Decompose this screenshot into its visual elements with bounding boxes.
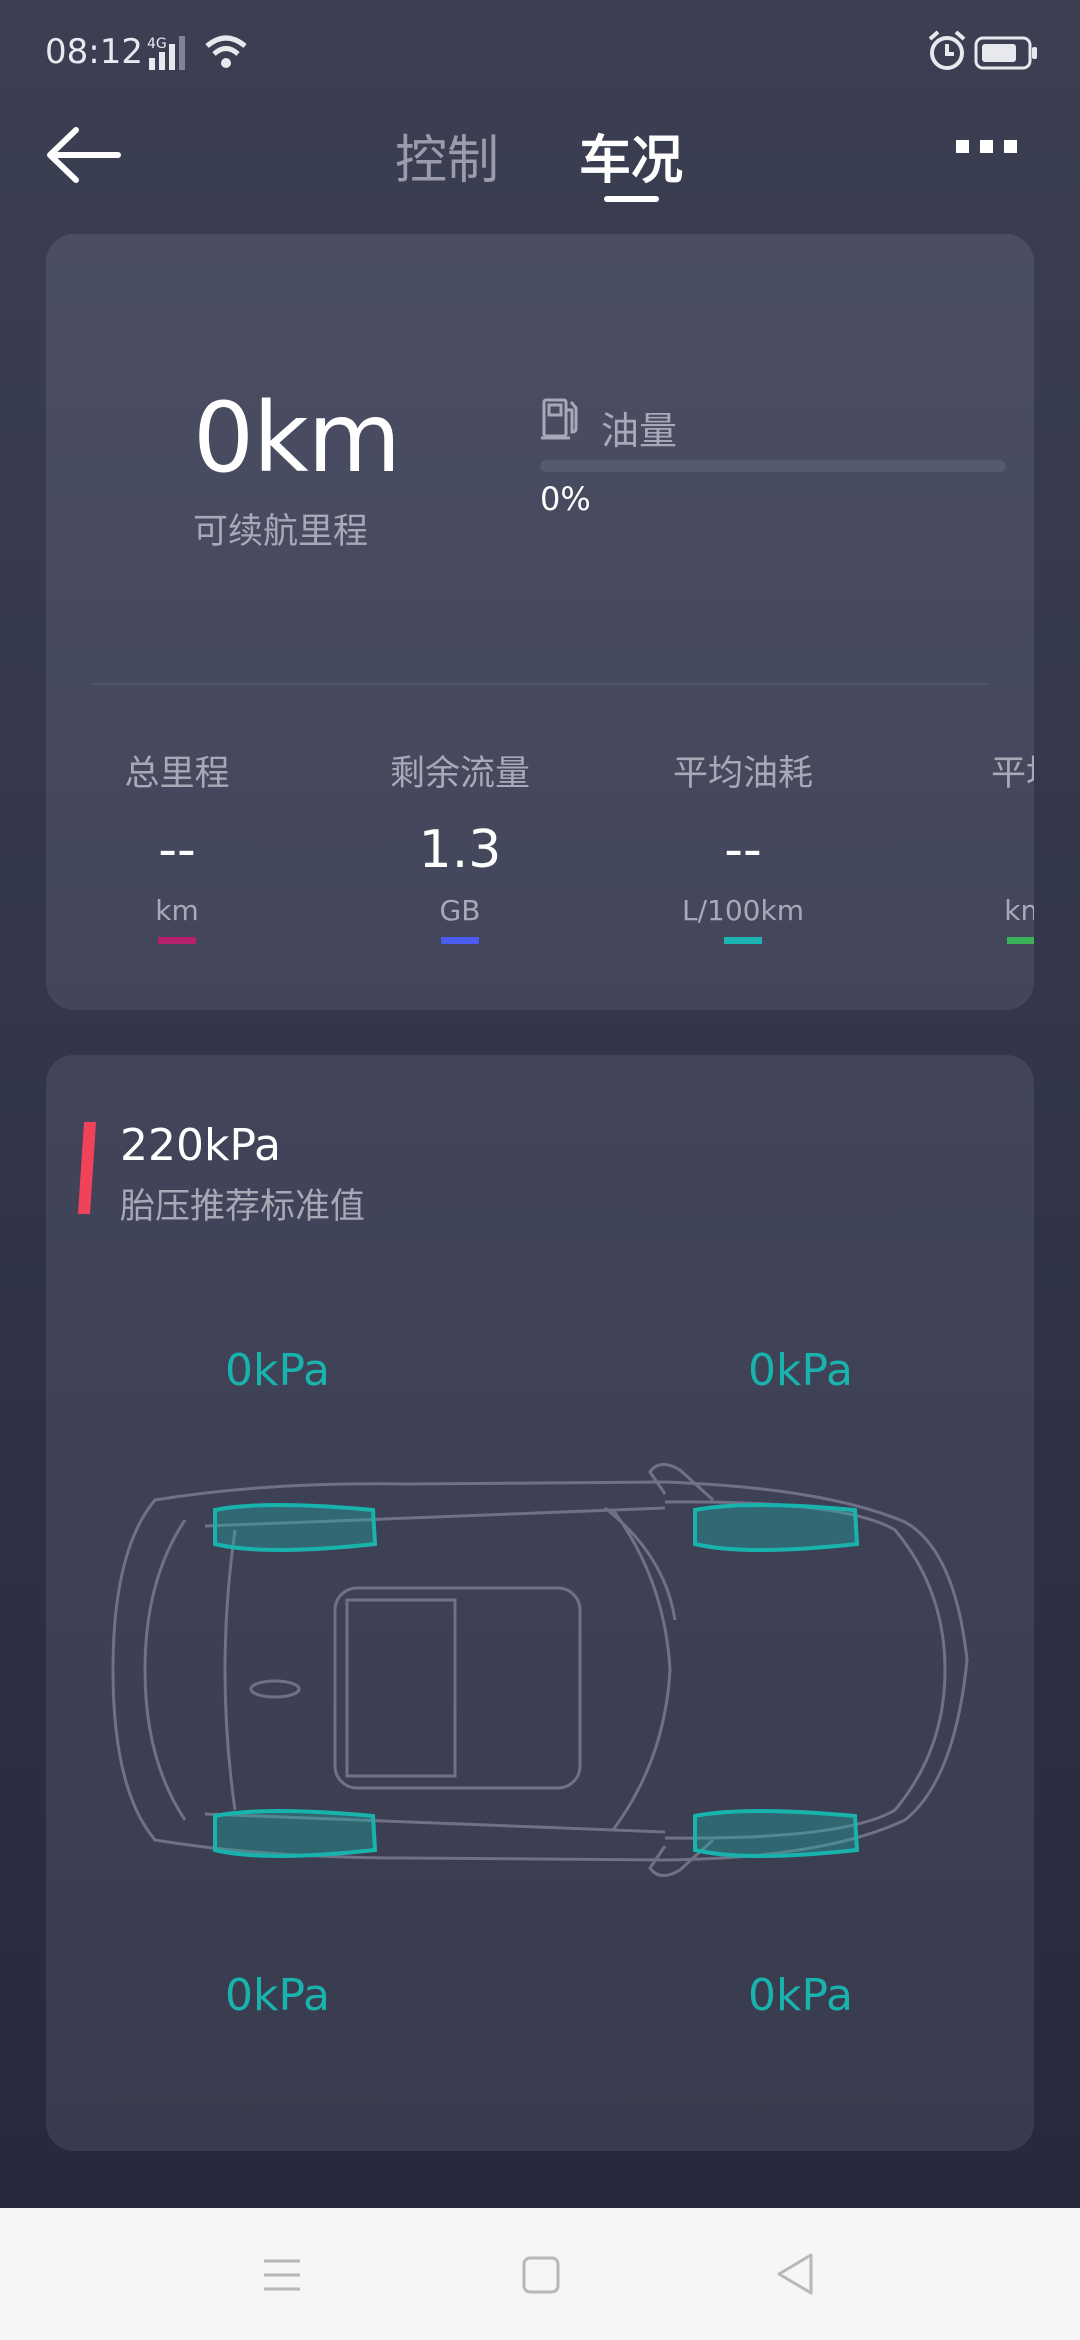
- tyre-front-left-pressure: 0kPa: [225, 1345, 330, 1396]
- standard-pressure-value: 220kPa: [120, 1120, 281, 1171]
- more-icon[interactable]: [956, 138, 1028, 157]
- stats-row[interactable]: 总里程 -- km 剩余流量 1.3 GB 平均油耗 -- L/100km 平均…: [46, 700, 1034, 960]
- range-label: 可续航里程: [193, 512, 369, 552]
- stat-value: 1.3: [418, 820, 502, 880]
- stat-avg-partial: 平均 km: [916, 745, 1034, 944]
- stat-title: 平均油耗: [672, 754, 813, 794]
- back-arrow-icon[interactable]: [44, 126, 122, 188]
- stat-value: --: [158, 820, 196, 880]
- status-time: 08:12: [45, 32, 143, 72]
- fuel-label: 油量: [601, 409, 678, 453]
- tyre-rear-left-pressure: 0kPa: [225, 1970, 330, 2021]
- fuel-pump-icon: [540, 396, 582, 446]
- tyre-front-right-pressure: 0kPa: [748, 1345, 853, 1396]
- stat-value: --: [724, 820, 762, 880]
- car-top-view-illustration: [105, 1460, 975, 1924]
- range-value: 0km: [193, 382, 401, 494]
- stat-unit: km: [1004, 894, 1034, 927]
- alarm-icon: [927, 30, 967, 76]
- stat-color-bar: [1007, 937, 1034, 944]
- fuel-percent: 0%: [540, 480, 591, 518]
- standard-pressure-label: 胎压推荐标准值: [120, 1187, 366, 1227]
- stat-color-bar: [441, 937, 479, 944]
- status-bar: 08:12 4G: [0, 0, 1080, 110]
- stat-title: 平均: [990, 754, 1034, 794]
- divider: [92, 683, 988, 685]
- signal-icon: 4G: [147, 34, 195, 76]
- fuel-level-bar: [540, 460, 1006, 472]
- menu-icon[interactable]: [262, 2255, 302, 2299]
- stat-remaining-data: 剩余流量 1.3 GB: [350, 745, 570, 944]
- stat-color-bar: [724, 937, 762, 944]
- stat-total-mileage: 总里程 -- km: [67, 745, 287, 944]
- stat-avg-fuel: 平均油耗 -- L/100km: [633, 745, 853, 944]
- stat-title: 剩余流量: [389, 754, 530, 794]
- home-icon[interactable]: [521, 2255, 561, 2299]
- stat-unit: GB: [439, 894, 481, 927]
- stat-value: [916, 820, 1034, 882]
- network-type: 4G: [147, 36, 167, 52]
- tab-control[interactable]: 控制: [395, 118, 499, 193]
- standard-accent-bar: [78, 1122, 96, 1214]
- stat-color-bar: [158, 937, 196, 944]
- battery-icon: [974, 36, 1038, 74]
- stat-unit: L/100km: [682, 894, 804, 927]
- stat-unit: km: [155, 894, 199, 927]
- back-triangle-icon[interactable]: [775, 2251, 815, 2301]
- tab-active-indicator: [604, 196, 659, 202]
- tab-vehicle-status[interactable]: 车况: [579, 118, 683, 193]
- wifi-icon: [204, 34, 248, 74]
- tyre-rear-right-pressure: 0kPa: [748, 1970, 853, 2021]
- stat-title: 总里程: [124, 754, 230, 794]
